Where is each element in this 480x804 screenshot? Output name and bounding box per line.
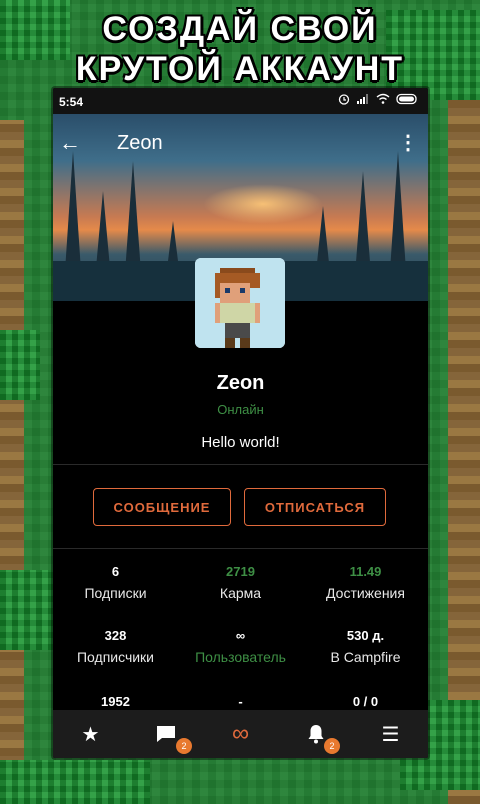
stat-achievements[interactable]: 11.49 Достижения	[303, 564, 428, 601]
leaves-block	[0, 330, 40, 400]
signal-icon	[357, 94, 368, 104]
more-vertical-icon[interactable]: ⋮	[398, 130, 418, 155]
status-bar: 5:54	[53, 88, 428, 114]
stat-extra-1[interactable]: 1952	[53, 694, 178, 709]
nav-notifications[interactable]: 2	[278, 710, 353, 758]
stat-value: 2719	[226, 564, 255, 579]
stat-value: 0 / 0	[352, 694, 379, 709]
stat-label: Карма	[219, 585, 262, 601]
divider	[53, 548, 428, 549]
stat-label: Пользователь	[195, 649, 286, 665]
stat-days-in-campfire[interactable]: 530 д. В Campfire	[303, 628, 428, 665]
stat-value: 6	[111, 564, 120, 579]
stat-value: 1952	[101, 694, 130, 709]
phone-screen: 5:54 ← Zeon ⋮ Zeon Онлайн Hello world! С…	[53, 88, 428, 758]
avatar[interactable]	[195, 258, 285, 348]
tree-trunk	[448, 80, 480, 804]
stat-value: -	[238, 694, 243, 709]
star-icon: ★	[81, 723, 100, 746]
stat-value: 11.49	[349, 564, 382, 579]
leaves-block	[0, 760, 150, 804]
nav-messages[interactable]: 2	[128, 710, 203, 758]
profile-name: Zeon	[216, 372, 265, 394]
stat-label: Подписчики	[76, 649, 154, 665]
infinity-icon: ∞	[231, 720, 250, 747]
nav-favorites[interactable]: ★	[53, 710, 128, 758]
message-button[interactable]: СООБЩЕНИЕ	[93, 488, 231, 526]
nav-feed[interactable]: ∞	[203, 710, 278, 758]
bell-icon	[308, 725, 323, 744]
stat-following[interactable]: 6 Подписки	[53, 564, 178, 601]
app-bar: ← Zeon ⋮	[53, 114, 428, 170]
stat-followers[interactable]: 328 Подписчики	[53, 628, 178, 665]
stat-value: ∞	[235, 628, 246, 643]
nav-menu[interactable]: ☰	[353, 710, 428, 758]
stat-value: 530 д.	[346, 628, 385, 643]
app-bar-title: Zeon	[117, 132, 163, 154]
stat-karma[interactable]: 2719 Карма	[178, 564, 303, 601]
bottom-navigation: ★ 2 ∞ 2 ☰	[53, 710, 428, 758]
stat-extra-2[interactable]: -	[178, 694, 303, 709]
leaves-block	[0, 570, 60, 650]
wifi-icon	[376, 93, 390, 104]
stat-extra-3[interactable]: 0 / 0	[303, 694, 428, 709]
stat-label: Подписки	[84, 585, 147, 601]
stat-value: 328	[104, 628, 127, 643]
profile-bio: Hello world!	[201, 434, 280, 451]
messages-badge: 2	[176, 738, 192, 754]
stat-label: В Campfire	[330, 649, 401, 665]
unfollow-button[interactable]: ОТПИСАТЬСЯ	[244, 488, 386, 526]
alarm-icon	[338, 94, 350, 105]
stat-label: Достижения	[326, 585, 405, 601]
pixel-character-avatar	[195, 258, 285, 348]
battery-icon	[396, 93, 417, 105]
stat-user-level[interactable]: ∞ Пользователь	[178, 628, 303, 665]
chat-icon	[156, 726, 175, 742]
status-time: 5:54	[59, 95, 84, 109]
menu-icon: ☰	[381, 723, 400, 746]
notifications-badge: 2	[324, 738, 340, 754]
online-status: Онлайн	[217, 402, 264, 417]
promo-line-1: СОЗДАЙ СВОЙ	[102, 10, 378, 48]
divider	[53, 464, 428, 465]
arrow-left-icon[interactable]: ←	[59, 130, 81, 156]
cover-sunset-glow	[203, 184, 323, 224]
status-icons	[338, 93, 420, 105]
promo-line-2: КРУТОЙ АККАУНТ	[75, 50, 405, 88]
tree-trunk	[0, 120, 24, 804]
